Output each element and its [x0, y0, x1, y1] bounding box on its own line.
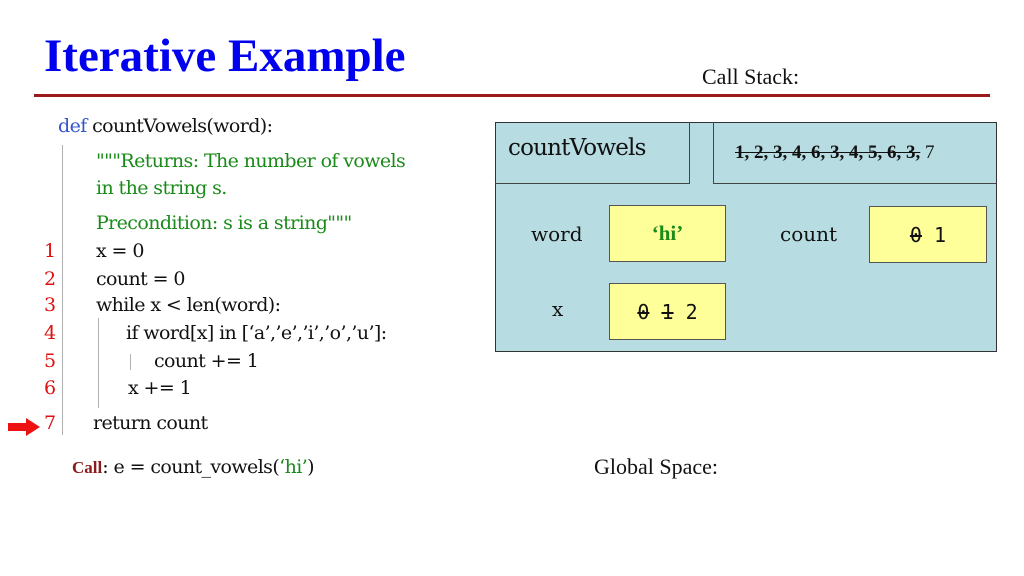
variable-box-x: 0 1 2 [609, 283, 726, 340]
call-keyword: Call [72, 458, 103, 477]
frame-name: countVowels [508, 135, 646, 161]
def-keyword: def [58, 115, 87, 137]
if-body-guide [130, 354, 131, 370]
docstring-line: """Returns: The number of vowels [96, 150, 406, 172]
line-number: 5 [43, 350, 57, 372]
code-line: if word[x] in [‘a’,’e’,’i’,’o’,’u’]: [126, 322, 387, 344]
variable-name-x: x [552, 297, 564, 321]
old-value: 1 [661, 299, 674, 324]
code-line: x += 1 [128, 377, 192, 399]
global-space-label: Global Space: [594, 454, 719, 479]
call-stack-label: Call Stack: [702, 64, 800, 89]
function-body-guide [62, 145, 63, 435]
code-line: count = 0 [96, 268, 185, 290]
line-number: 6 [43, 377, 57, 399]
old-value: 0 [637, 299, 650, 324]
variable-value: 1 [934, 222, 947, 247]
program-counter: 1, 2, 3, 4, 6, 3, 4, 5, 6, 3, 7 [735, 142, 935, 164]
while-body-guide [98, 318, 99, 408]
variable-value: 2 [685, 299, 698, 324]
crossed-out-instructions: 1, 2, 3, 4, 6, 3, 4, 5, 6, 3, [735, 142, 921, 163]
variable-box-count: 0 1 [869, 206, 987, 263]
line-number: 2 [43, 268, 57, 290]
variable-value: ‘hi’ [651, 221, 684, 245]
line-number: 4 [43, 322, 57, 344]
call-prefix: e = count_vowels( [108, 456, 280, 478]
docstring-line: Precondition: s is a string""" [96, 212, 352, 234]
call-argument: ‘hi’ [279, 456, 308, 478]
code-line: x = 0 [96, 240, 144, 262]
code-line: return count [93, 412, 208, 434]
line-number: 1 [43, 240, 57, 262]
variable-name-word: word [531, 222, 583, 246]
title-divider [34, 94, 990, 97]
old-value: 0 [909, 222, 922, 247]
line-number: 3 [43, 294, 57, 316]
variable-box-word: ‘hi’ [609, 205, 726, 262]
code-line: while x < len(word): [96, 294, 281, 316]
code-line: count += 1 [154, 350, 259, 372]
signature-text: countVowels(word): [92, 115, 273, 137]
line-number-current: 7 [43, 412, 57, 434]
slide-title: Iterative Example [44, 30, 406, 82]
docstring-line: in the string s. [96, 177, 227, 199]
right-arrow-icon [8, 418, 40, 436]
function-signature: def countVowels(word): [58, 113, 273, 139]
function-call: Call: e = count_vowels(‘hi’) [72, 456, 315, 478]
variable-name-count: count [780, 222, 838, 246]
current-instruction: 7 [925, 142, 935, 163]
call-suffix: ) [307, 456, 314, 478]
